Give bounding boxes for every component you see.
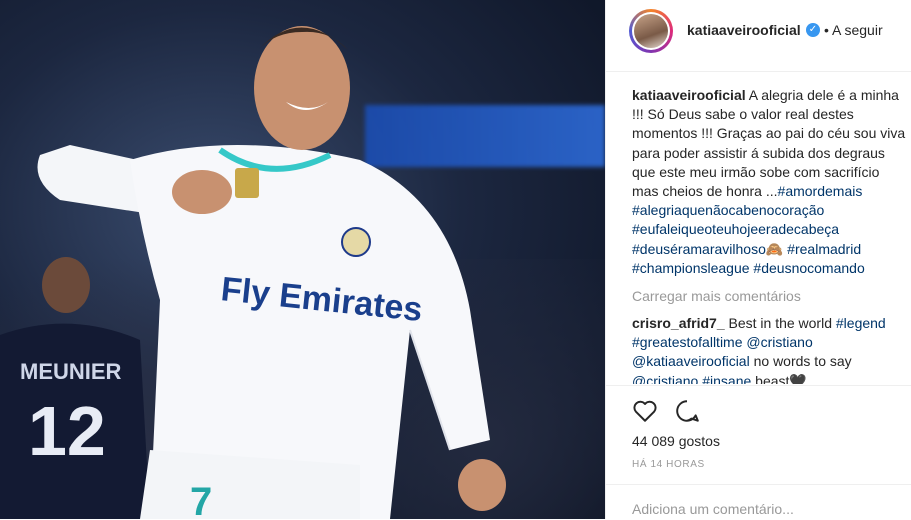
comment-line: #greatestofalltime @cristiano [632,333,911,352]
caption-line: #eufaleiqueoteuhojeeradecabeça [632,220,911,239]
following-button[interactable]: • A seguir [824,22,883,38]
jersey-number: 7 [190,480,212,519]
hashtag-link[interactable]: #championsleague [632,260,750,276]
avatar[interactable] [629,9,673,53]
caption-line: !!! Só Deus sabe o valor real destes [632,105,911,124]
caption-line: #championsleague #deusnocomando [632,259,911,278]
load-more-comments-link[interactable]: Carregar mais comentários [632,288,801,304]
hashtag-link[interactable]: #realmadrid [783,241,861,257]
hashtag-link[interactable]: #legend [836,315,886,331]
caption-line: mas cheios de honra ...#amordemais [632,182,911,201]
comment-text: que este meu irmão sobe com sacrifício [632,163,880,180]
comment-text: Best in the world [724,315,836,331]
comment-text: momentos !!! Graças ao pai do céu sou vi… [632,125,906,142]
comment-username[interactable]: crisro_afrid7_ [632,315,725,331]
comment-text: mas cheios de honra ... [632,183,778,200]
comment-username[interactable]: katiaaveirooficial [632,87,746,103]
hashtag-link[interactable]: #insane [698,373,751,384]
caption-line: #alegriaquenãocabenocoração [632,201,911,220]
likes-count[interactable]: 44 089 gostos [632,433,720,449]
hashtag-link[interactable]: #deusnocomando [750,260,864,276]
add-comment-input[interactable]: Adiciona um comentário... [606,484,911,520]
comment-text: !!! Só Deus sabe o valor real destes [632,106,854,123]
caption: katiaaveirooficial A alegria dele é a mi… [632,86,911,278]
comment-text: para poder assistir á subida dos degraus [632,144,885,161]
post-details-panel: katiaaveirooficial ✓ • A seguir katiaave… [605,0,911,519]
comment-text: beast🖤 [751,372,807,384]
comment-crisro: crisro_afrid7_ Best in the world #legend… [632,314,911,384]
caption-line: que este meu irmão sobe com sacrifício [632,163,911,182]
comment-icon[interactable] [674,398,700,424]
post-username[interactable]: katiaaveirooficial [687,22,801,38]
verified-badge-icon: ✓ [806,23,820,37]
comment-text: A alegria dele é a minha [745,87,899,103]
hashtag-link[interactable]: @katiaaveirooficial [632,353,750,369]
add-comment-placeholder[interactable]: Adiciona um comentário... [632,501,794,517]
comment-text: no words to say [749,353,852,370]
hashtag-link[interactable]: @cristiano [632,373,698,384]
comment-line: crisro_afrid7_ Best in the world #legend [632,314,911,333]
caption-line: momentos !!! Graças ao pai do céu sou vi… [632,124,911,143]
hashtag-link[interactable]: #eufaleiqueoteuhojeeradecabeça [632,221,839,237]
post-image[interactable]: MEUNIER 12 Fly Emirates 7 [0,0,605,519]
hashtag-link[interactable]: #greatestofalltime [632,334,743,350]
post-header: katiaaveirooficial ✓ • A seguir [606,0,911,72]
post-timestamp[interactable]: HÁ 14 HORAS [632,459,705,470]
comment-line: @katiaaveirooficial no words to say [632,352,911,371]
caption-line: #deuséramaravilhoso🙈 #realmadrid [632,240,911,259]
heart-icon[interactable] [632,398,658,424]
comment-line: @cristiano #insane beast🖤 [632,372,911,384]
hashtag-link[interactable]: @cristiano [743,334,812,350]
hashtag-link[interactable]: #alegriaquenãocabenocoração [632,202,824,218]
hashtag-link[interactable]: #deuséramaravilhoso🙈 [632,241,783,257]
main-player: Fly Emirates 7 [37,26,506,519]
caption-line: katiaaveirooficial A alegria dele é a mi… [632,86,911,105]
hashtag-link[interactable]: #amordemais [778,183,863,199]
caption-line: para poder assistir á subida dos degraus [632,144,911,163]
